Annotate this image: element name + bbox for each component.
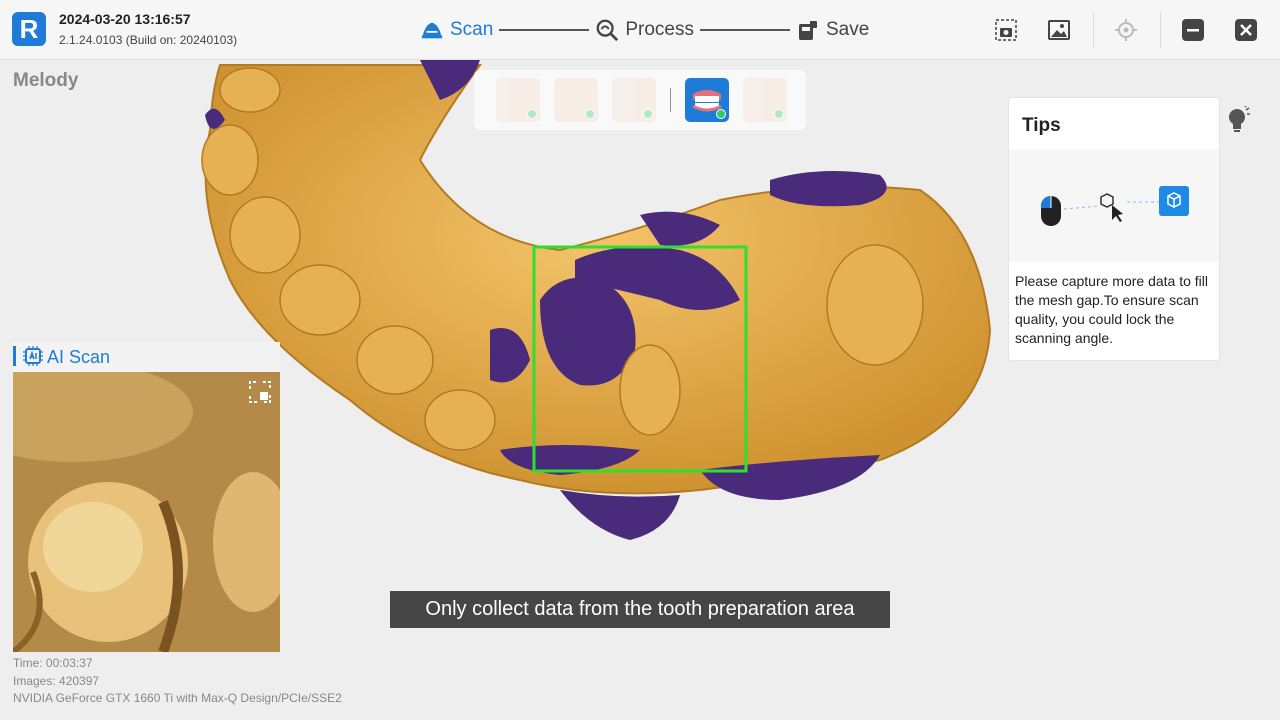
ai-scan-title: AI Scan — [47, 347, 111, 367]
gpu-info: NVIDIA GeForce GTX 1660 Ti with Max-Q De… — [13, 691, 342, 705]
cube-cursor-icon — [1100, 193, 1123, 222]
minimize-icon — [1182, 19, 1204, 41]
image-gallery-button[interactable] — [1043, 14, 1075, 46]
app-logo: R — [12, 12, 46, 46]
datetime-label: 2024-03-20 13:16:57 — [59, 11, 191, 27]
expand-icon — [249, 381, 271, 403]
step-scan-label: Scan — [450, 19, 494, 40]
locate-button[interactable] — [1110, 14, 1142, 46]
video-caption: Only collect data from the tooth prepara… — [390, 591, 890, 628]
divider — [1093, 12, 1094, 48]
stage-thumb-upper[interactable] — [496, 78, 540, 122]
camera-preview — [13, 372, 280, 652]
version-label: 2.1.24.0103 (Build on: 20240103) — [59, 33, 238, 47]
step-connector — [699, 29, 790, 31]
save-icon — [796, 18, 820, 42]
tips-title: Tips — [1022, 115, 1061, 136]
stage-thumb-preparation[interactable] — [685, 78, 729, 122]
divider — [1160, 12, 1161, 48]
stage-thumb-lower[interactable] — [554, 78, 598, 122]
close-button[interactable] — [1230, 14, 1262, 46]
image-count: Images: 420397 — [13, 674, 100, 688]
lock-angle-icon — [1159, 186, 1189, 216]
step-process-label: Process — [625, 19, 694, 40]
scan-time: Time: 00:03:37 — [13, 656, 93, 670]
image-icon — [1048, 20, 1070, 40]
capture-icon — [995, 19, 1017, 41]
accent-bar — [13, 346, 16, 366]
mouse-icon — [1040, 195, 1061, 226]
top-bar: R 2024-03-20 13:16:57 2.1.24.0103 (Build… — [0, 0, 1280, 60]
ai-scan-header: AI Scan — [13, 342, 280, 372]
step-process[interactable]: Process — [595, 18, 694, 42]
tips-text: Please capture more data to fill the mes… — [1015, 273, 1208, 346]
step-connector — [499, 29, 590, 31]
minimize-button[interactable] — [1177, 14, 1209, 46]
scan-stage-selector — [474, 70, 806, 130]
tips-illustration — [1009, 150, 1219, 262]
ai-chip-icon — [23, 346, 43, 366]
workflow-steps: Scan Process Save — [420, 14, 869, 46]
scan-icon — [420, 18, 444, 42]
tips-toggle-button[interactable] — [1227, 105, 1251, 134]
process-icon — [595, 18, 619, 42]
divider — [670, 88, 671, 112]
screen-capture-button[interactable] — [990, 14, 1022, 46]
step-save[interactable]: Save — [796, 18, 869, 42]
step-scan[interactable]: Scan — [420, 18, 493, 42]
lightbulb-icon — [1229, 105, 1250, 132]
patient-name: Melody — [13, 70, 79, 91]
stage-thumb-extra[interactable] — [743, 78, 787, 122]
step-save-label: Save — [825, 19, 870, 40]
crosshair-icon — [1115, 19, 1137, 41]
stage-thumb-bite[interactable] — [612, 78, 656, 122]
expand-preview-button[interactable] — [248, 380, 272, 404]
close-icon — [1235, 19, 1257, 41]
tips-panel: Tips Please capture more data to fill th… — [1008, 97, 1220, 361]
